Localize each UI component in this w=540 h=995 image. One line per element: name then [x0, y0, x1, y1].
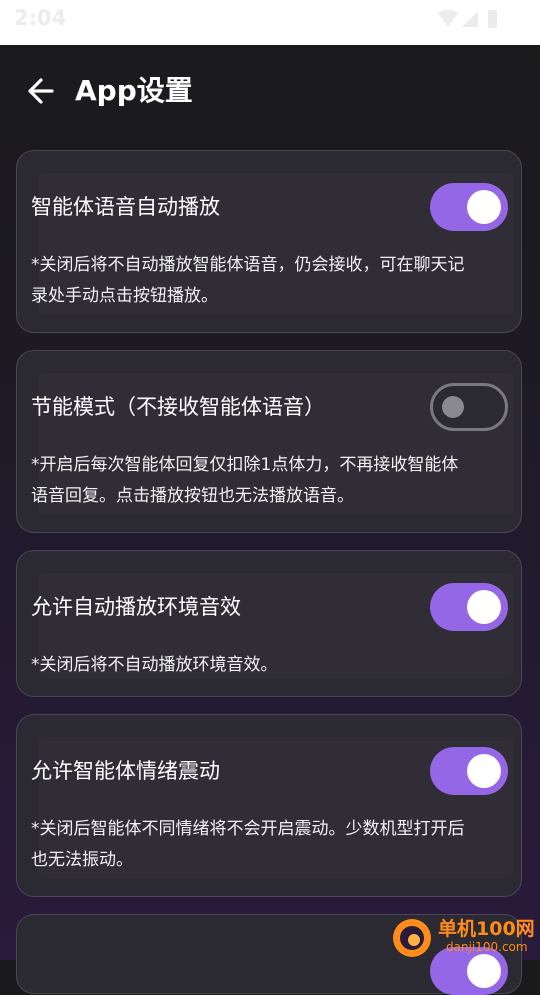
arrow-left-icon[interactable]	[24, 73, 60, 109]
app-bar: App设置	[0, 45, 540, 137]
ambient-sound-toggle[interactable]	[430, 583, 508, 631]
setting-label: 节能模式（不接收智能体语音）	[31, 395, 325, 419]
status-icons	[438, 9, 497, 28]
setting-description: *关闭后将不自动播放智能体语音，仍会接收，可在聊天记 录处手动点击按钮播放。	[31, 250, 507, 312]
battery-icon	[488, 10, 497, 28]
setting-label: 允许智能体情绪震动	[31, 759, 220, 783]
description-line: *开启后每次智能体回复仅扣除1点体力，不再接收智能体	[31, 455, 459, 475]
emotion-vibration-toggle[interactable]	[430, 747, 508, 795]
power-saving-toggle[interactable]	[430, 383, 508, 431]
setting-card-voice-autoplay: 智能体语音自动播放 *关闭后将不自动播放智能体语音，仍会接收，可在聊天记 录处手…	[16, 150, 522, 333]
watermark-logo-icon	[393, 919, 431, 957]
description-line: 语音回复。点击播放按钮也无法播放语音。	[31, 486, 354, 506]
setting-card-emotion-vibration: 允许智能体情绪震动 *关闭后智能体不同情绪将不会开启震动。少数机型打开后 也无法…	[16, 714, 522, 897]
signal-icon	[462, 11, 478, 27]
setting-label: 允许自动播放环境音效	[31, 595, 241, 619]
setting-description: *开启后每次智能体回复仅扣除1点体力，不再接收智能体 语音回复。点击播放按钮也无…	[31, 450, 507, 512]
description-line: 也无法振动。	[31, 850, 133, 870]
description-line: 录处手动点击按钮播放。	[31, 286, 218, 306]
description-line: *关闭后将不自动播放环境音效。	[31, 655, 278, 675]
setting-label: 智能体语音自动播放	[31, 195, 220, 219]
toggle-knob	[467, 190, 501, 224]
status-time: 2:04	[14, 6, 67, 30]
toggle-knob	[467, 590, 501, 624]
watermark-text: 单机100网	[438, 918, 535, 940]
wifi-icon	[438, 9, 458, 27]
page-title: App设置	[75, 74, 193, 107]
voice-autoplay-toggle[interactable]	[430, 183, 508, 231]
setting-card-power-saving: 节能模式（不接收智能体语音） *开启后每次智能体回复仅扣除1点体力，不再接收智能…	[16, 350, 522, 533]
toggle-knob	[442, 396, 464, 418]
watermark: 单机100网 danji100.com	[390, 914, 540, 960]
setting-card-ambient-sound: 允许自动播放环境音效 *关闭后将不自动播放环境音效。	[16, 550, 522, 697]
status-bar: 2:04	[0, 0, 540, 45]
setting-description: *关闭后将不自动播放环境音效。	[31, 650, 507, 681]
description-line: *关闭后将不自动播放智能体语音，仍会接收，可在聊天记	[31, 255, 465, 275]
watermark-url: danji100.com	[446, 940, 528, 954]
toggle-knob	[467, 754, 501, 788]
setting-description: *关闭后智能体不同情绪将不会开启震动。少数机型打开后 也无法振动。	[31, 814, 507, 876]
description-line: *关闭后智能体不同情绪将不会开启震动。少数机型打开后	[31, 819, 465, 839]
